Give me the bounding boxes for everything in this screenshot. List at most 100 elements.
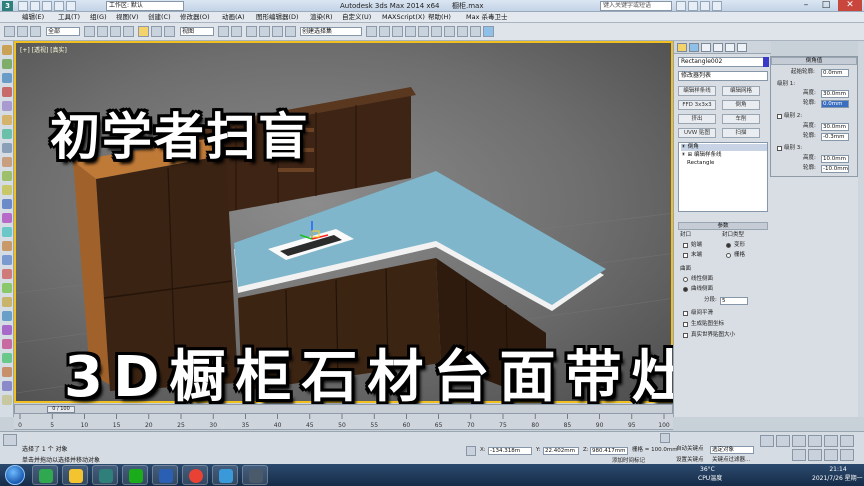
angle-snap-icon[interactable] — [259, 26, 270, 37]
extrude-button[interactable]: 挤出 — [678, 114, 716, 124]
tool-icon-4[interactable] — [2, 87, 12, 97]
goto-start-icon[interactable] — [660, 433, 670, 443]
edit-mesh-button[interactable]: 编辑网格 — [722, 86, 760, 96]
taskbar-app-6[interactable] — [182, 465, 208, 485]
menu-create[interactable]: 创建(C) — [148, 12, 171, 23]
layer-icon[interactable] — [392, 26, 403, 37]
set-key-button[interactable]: 设置关键点 — [676, 457, 704, 464]
sweep-button[interactable]: 扫描 — [722, 128, 760, 138]
bevel-button[interactable]: 倒角 — [722, 100, 760, 110]
render-frame-icon[interactable] — [470, 26, 481, 37]
tool-icon-1[interactable] — [2, 45, 12, 55]
pan-icon[interactable] — [808, 435, 822, 447]
lathe-button[interactable]: 车削 — [722, 114, 760, 124]
save-file-icon[interactable] — [42, 1, 52, 11]
viewport-label[interactable]: [+] [透视] [真实] — [20, 45, 67, 54]
close-button[interactable]: ✕ — [838, 0, 862, 11]
menu-views[interactable]: 视图(V) — [116, 12, 139, 23]
tool-icon-8[interactable] — [2, 143, 12, 153]
key-filters-button[interactable]: 关键点过滤器... — [712, 457, 750, 464]
taskbar-app-2[interactable] — [62, 465, 88, 485]
smooth-across-checkbox[interactable] — [683, 311, 688, 316]
next-frame-icon[interactable] — [776, 435, 790, 447]
level3-outline-spinner[interactable]: -10.0mm — [821, 165, 849, 173]
tool-icon-3[interactable] — [2, 73, 12, 83]
ffd-button[interactable]: FFD 3x3x3 — [678, 100, 716, 110]
menu-help[interactable]: 帮助(H) — [428, 12, 451, 23]
snap-icon[interactable] — [246, 26, 257, 37]
spinner-snap-icon[interactable] — [285, 26, 296, 37]
menu-customize[interactable]: 自定义(U) — [342, 12, 371, 23]
tool-icon-9[interactable] — [2, 157, 12, 167]
orbit-icon[interactable] — [824, 435, 838, 447]
uvw-map-button[interactable]: UVW 贴图 — [678, 128, 716, 138]
tool-icon-6[interactable] — [2, 115, 12, 125]
taskbar-app-5[interactable] — [152, 465, 178, 485]
parameters-rollout[interactable]: 参数 — [678, 222, 768, 230]
level2-outline-spinner[interactable]: -0.3mm — [821, 133, 849, 141]
stack-item-edit-spline[interactable]: ☀ ⊞ 编辑样条线 — [681, 152, 722, 159]
tool-icon-22[interactable] — [2, 339, 12, 349]
play-icon[interactable] — [760, 435, 774, 447]
object-name-input[interactable]: Rectangle002 — [678, 57, 764, 67]
menu-antivirus[interactable]: Max 杀毒卫士 — [466, 12, 508, 23]
menu-rendering[interactable]: 渲染(R) — [310, 12, 333, 23]
taskbar-app-7[interactable] — [212, 465, 238, 485]
menu-tools[interactable]: 工具(T) — [58, 12, 80, 23]
lock-selection-icon[interactable] — [466, 446, 476, 456]
taskbar-app-1[interactable] — [32, 465, 58, 485]
tool-icon-14[interactable] — [2, 227, 12, 237]
window-crossing-icon[interactable] — [123, 26, 134, 37]
stack-item-rectangle[interactable]: Rectangle — [687, 160, 714, 167]
redo-icon[interactable] — [17, 26, 28, 37]
tool-icon-24[interactable] — [2, 367, 12, 377]
select-object-icon[interactable] — [84, 26, 95, 37]
menu-animation[interactable]: 动画(A) — [222, 12, 245, 23]
edit-spline-button[interactable]: 编辑样条线 — [678, 86, 716, 96]
mirror-icon[interactable] — [366, 26, 377, 37]
curve-editor-icon[interactable] — [418, 26, 429, 37]
minimize-button[interactable]: – — [796, 0, 816, 11]
align-icon[interactable] — [379, 26, 390, 37]
community-icon[interactable] — [688, 1, 698, 11]
select-by-name-icon[interactable] — [97, 26, 108, 37]
maxscript-listener-icon[interactable] — [3, 434, 17, 446]
scale-icon[interactable] — [164, 26, 175, 37]
rect-select-icon[interactable] — [110, 26, 121, 37]
redo-icon[interactable] — [66, 1, 76, 11]
render-setup-icon[interactable] — [457, 26, 468, 37]
tool-icon-5[interactable] — [2, 101, 12, 111]
tool-icon-19[interactable] — [2, 297, 12, 307]
hierarchy-tab-icon[interactable] — [701, 43, 711, 52]
level2-height-spinner[interactable]: 30.0mm — [821, 123, 849, 131]
panel-scrollbar[interactable] — [858, 41, 864, 417]
tool-icon-25[interactable] — [2, 381, 12, 391]
gen-mapping-checkbox[interactable] — [683, 322, 688, 327]
undo-icon[interactable] — [4, 26, 15, 37]
max-logo-icon[interactable]: 3 — [2, 1, 13, 11]
z-coordinate-input[interactable]: 980.417mm — [590, 447, 628, 455]
clock-date[interactable]: 2021/7/26 星期一 — [812, 475, 863, 482]
walkthrough-icon[interactable] — [824, 449, 838, 461]
segments-spinner[interactable]: 5 — [720, 297, 748, 305]
taskbar-app-8[interactable] — [242, 465, 268, 485]
link-icon[interactable] — [30, 26, 41, 37]
selection-filter-select[interactable]: 全部 — [46, 27, 80, 36]
percent-snap-icon[interactable] — [272, 26, 283, 37]
taskbar-app-3[interactable] — [92, 465, 118, 485]
pivot-icon[interactable] — [218, 26, 229, 37]
cap-end-checkbox[interactable] — [683, 253, 688, 258]
tool-icon-15[interactable] — [2, 241, 12, 251]
manipulate-icon[interactable] — [231, 26, 242, 37]
level1-outline-spinner[interactable]: 0.0mm — [821, 100, 849, 108]
x-coordinate-input[interactable]: -134.318m — [488, 447, 532, 455]
level3-checkbox[interactable] — [777, 146, 782, 151]
maximize-button[interactable]: □ — [816, 0, 836, 11]
auto-key-button[interactable]: 自动关键点 — [676, 446, 704, 453]
bevel-values-rollout[interactable]: 倒角值 — [771, 57, 857, 65]
tool-icon-26[interactable] — [2, 395, 12, 405]
tool-icon-23[interactable] — [2, 353, 12, 363]
start-outline-spinner[interactable]: 0.0mm — [821, 69, 849, 77]
level2-checkbox[interactable] — [777, 114, 782, 119]
display-tab-icon[interactable] — [725, 43, 735, 52]
